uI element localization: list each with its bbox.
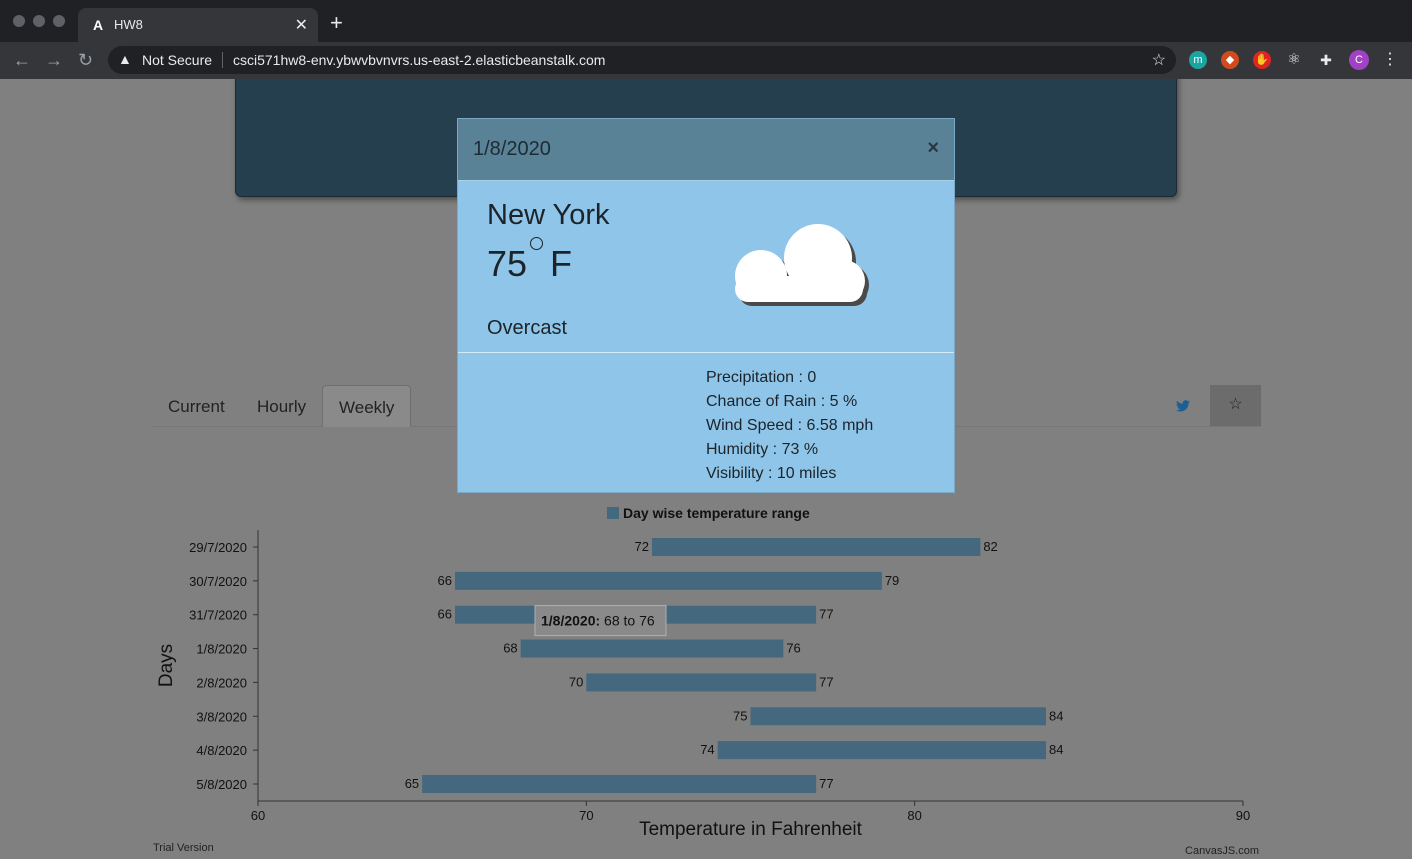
y-tick-label: 29/7/2020 bbox=[189, 540, 247, 555]
angular-favicon-icon: A bbox=[92, 17, 104, 33]
trial-version-label: Trial Version bbox=[153, 842, 214, 854]
tab-strip: A HW8 ✕ + bbox=[0, 0, 1412, 42]
high-label: 77 bbox=[819, 674, 833, 689]
chart-plot: 60 70 80 90 Temperature in Fahrenheit Days 29/… bbox=[156, 530, 1250, 840]
y-tick-label: 4/8/2020 bbox=[196, 743, 247, 758]
high-label: 77 bbox=[819, 776, 833, 791]
low-label: 66 bbox=[438, 607, 452, 622]
range-bar bbox=[520, 639, 784, 658]
y-axis-title: Days bbox=[156, 644, 177, 687]
temperature-unit: F bbox=[550, 243, 572, 284]
tab-label: Hourly bbox=[257, 397, 307, 416]
y-tick-label: 5/8/2020 bbox=[196, 777, 247, 792]
range-bar bbox=[652, 538, 981, 556]
extension-react-icon[interactable]: ⚛ bbox=[1285, 51, 1303, 69]
high-label: 84 bbox=[1049, 742, 1063, 757]
tab-label: Current bbox=[168, 397, 225, 416]
low-label: 65 bbox=[405, 776, 419, 791]
extension-m-icon[interactable]: m bbox=[1189, 51, 1207, 69]
legend-swatch bbox=[607, 507, 619, 519]
forward-icon[interactable]: → bbox=[45, 50, 63, 70]
weather-condition: Overcast bbox=[487, 317, 568, 339]
weather-details: Precipitation : 0 Chance of Rain : 5 % W… bbox=[706, 366, 873, 486]
tab-hourly[interactable]: Hourly bbox=[241, 385, 322, 427]
extension-shield-icon[interactable]: ◆ bbox=[1221, 51, 1239, 69]
degree-icon bbox=[530, 237, 543, 250]
range-bar bbox=[455, 571, 882, 590]
warning-icon: ▲ bbox=[118, 51, 132, 67]
low-label: 68 bbox=[503, 641, 517, 656]
new-tab-icon[interactable]: + bbox=[330, 12, 343, 34]
legend-label: Day wise temperature range bbox=[623, 505, 810, 521]
maximize-window-button[interactable] bbox=[53, 15, 65, 27]
tab-label: Weekly bbox=[339, 398, 395, 417]
close-icon[interactable]: × bbox=[927, 137, 939, 160]
extensions-puzzle-icon[interactable]: ✚ bbox=[1317, 51, 1335, 69]
low-label: 74 bbox=[700, 742, 714, 757]
high-label: 79 bbox=[885, 573, 899, 588]
tooltip-date: 1/8/2020: bbox=[541, 613, 600, 629]
x-tick-label: 60 bbox=[251, 808, 265, 823]
extension-hand-icon[interactable]: ✋ bbox=[1253, 51, 1271, 69]
tab-title: HW8 bbox=[114, 17, 143, 32]
tooltip-range: 68 to 76 bbox=[600, 613, 655, 629]
tab-current[interactable]: Current bbox=[152, 385, 241, 427]
city-name: New York bbox=[487, 199, 610, 231]
tooltip-text: 1/8/2020: 68 to 76 bbox=[541, 613, 655, 629]
tab-weekly[interactable]: Weekly bbox=[322, 385, 412, 427]
high-label: 82 bbox=[983, 539, 997, 554]
favorite-button[interactable]: ☆ bbox=[1210, 385, 1261, 426]
range-bar bbox=[750, 707, 1046, 726]
url-text[interactable]: csci571hw8-env.ybwvbvnvrs.us-east-2.elas… bbox=[233, 52, 605, 68]
twitter-icon[interactable] bbox=[1176, 400, 1190, 415]
weather-detail-modal: 1/8/2020 × New York 75 F Overcast Precip… bbox=[457, 118, 955, 493]
low-label: 75 bbox=[733, 708, 747, 723]
chart-legend[interactable]: Day wise temperature range bbox=[607, 505, 810, 521]
low-label: 72 bbox=[635, 539, 649, 554]
wind-speed-text: Wind Speed : 6.58 mph bbox=[706, 417, 874, 434]
chance-of-rain-text: Chance of Rain : 5 % bbox=[706, 393, 858, 410]
y-tick-label: 31/7/2020 bbox=[189, 608, 247, 623]
high-label: 76 bbox=[786, 641, 800, 656]
range-bar bbox=[422, 775, 817, 793]
profile-avatar[interactable]: C bbox=[1349, 50, 1369, 70]
security-label[interactable]: Not Secure bbox=[142, 52, 212, 68]
x-tick-label: 80 bbox=[907, 808, 921, 823]
y-tick-label: 3/8/2020 bbox=[196, 709, 247, 724]
y-tick-label: 30/7/2020 bbox=[189, 574, 247, 589]
menu-kebab-icon[interactable]: ⋮ bbox=[1381, 51, 1399, 69]
minimize-window-button[interactable] bbox=[33, 15, 45, 27]
back-icon[interactable]: ← bbox=[13, 50, 31, 70]
canvasjs-credit-link[interactable]: CanvasJS.com bbox=[1185, 845, 1259, 857]
x-tick-label: 70 bbox=[579, 808, 593, 823]
temperature-value: 75 bbox=[487, 243, 528, 284]
low-label: 70 bbox=[569, 674, 583, 689]
bookmark-star-icon[interactable]: ☆ bbox=[1152, 50, 1166, 70]
precipitation-text: Precipitation : 0 bbox=[706, 369, 817, 386]
high-label: 84 bbox=[1049, 708, 1063, 723]
range-bar bbox=[717, 741, 1046, 760]
star-icon: ☆ bbox=[1228, 396, 1243, 413]
divider bbox=[222, 52, 223, 68]
modal-date-title: 1/8/2020 bbox=[473, 138, 551, 160]
modal-divider bbox=[458, 352, 954, 353]
reload-icon[interactable]: ↻ bbox=[78, 50, 93, 70]
cloud-icon bbox=[735, 224, 869, 306]
temperature-range-chart: Day wise temperature range 60 70 80 90 Tempe… bbox=[150, 497, 1270, 859]
browser-chrome: A HW8 ✕ + ← → ↻ ▲ Not Secure csci571hw8-… bbox=[0, 0, 1412, 79]
close-window-button[interactable] bbox=[13, 15, 25, 27]
range-bar bbox=[586, 673, 817, 692]
visibility-text: Visibility : 10 miles bbox=[706, 465, 837, 482]
y-tick-label: 1/8/2020 bbox=[196, 642, 247, 657]
high-label: 77 bbox=[819, 607, 833, 622]
humidity-text: Humidity : 73 % bbox=[706, 441, 819, 458]
y-tick-label: 2/8/2020 bbox=[196, 675, 247, 690]
modal-header: 1/8/2020 × bbox=[458, 119, 954, 181]
tab-close-icon[interactable]: ✕ bbox=[295, 15, 308, 35]
address-bar[interactable]: ▲ Not Secure csci571hw8-env.ybwvbvnvrs.u… bbox=[108, 46, 1176, 74]
low-label: 66 bbox=[438, 573, 452, 588]
browser-tab[interactable]: A HW8 ✕ bbox=[78, 8, 318, 42]
x-axis-title: Temperature in Fahrenheit bbox=[639, 819, 863, 840]
x-tick-label: 90 bbox=[1236, 808, 1250, 823]
